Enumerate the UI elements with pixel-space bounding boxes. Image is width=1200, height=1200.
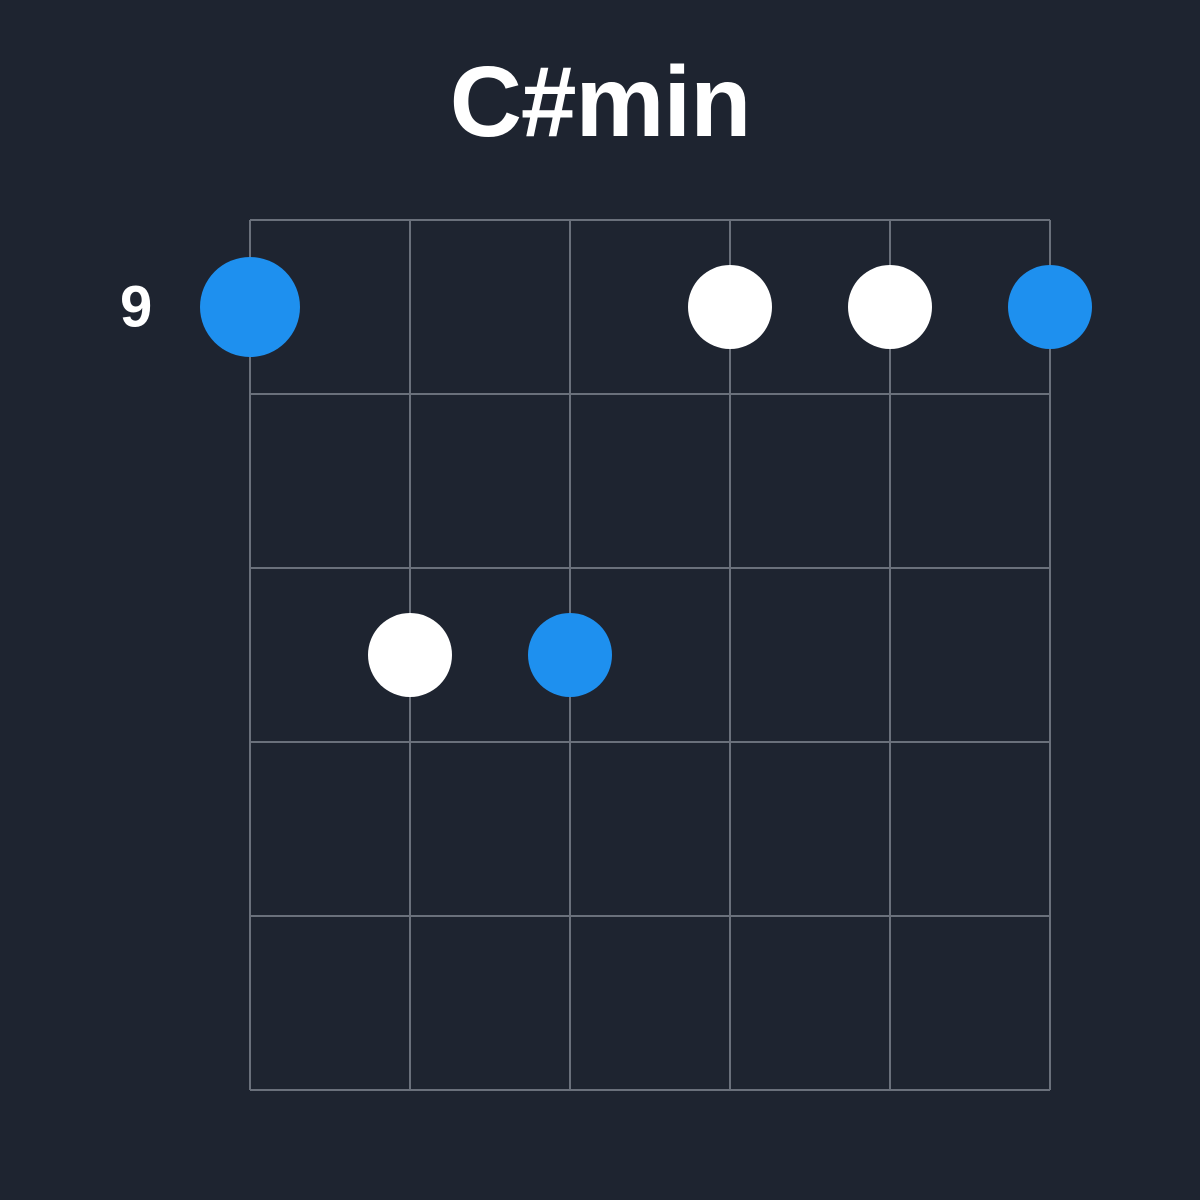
finger-dot-string-3-fret-3	[528, 613, 612, 697]
finger-dot-string-5-fret-1	[848, 265, 932, 349]
finger-dot-string-4-fret-1	[688, 265, 772, 349]
fretboard	[250, 220, 1050, 1090]
chord-title: C#min	[450, 45, 751, 160]
finger-dot-string-2-fret-3	[368, 613, 452, 697]
finger-dot-string-1-fret-1	[200, 257, 300, 357]
finger-dot-string-6-fret-1	[1008, 265, 1092, 349]
chord-diagram: 9	[120, 220, 1080, 1120]
starting-fret-label: 9	[120, 274, 152, 341]
